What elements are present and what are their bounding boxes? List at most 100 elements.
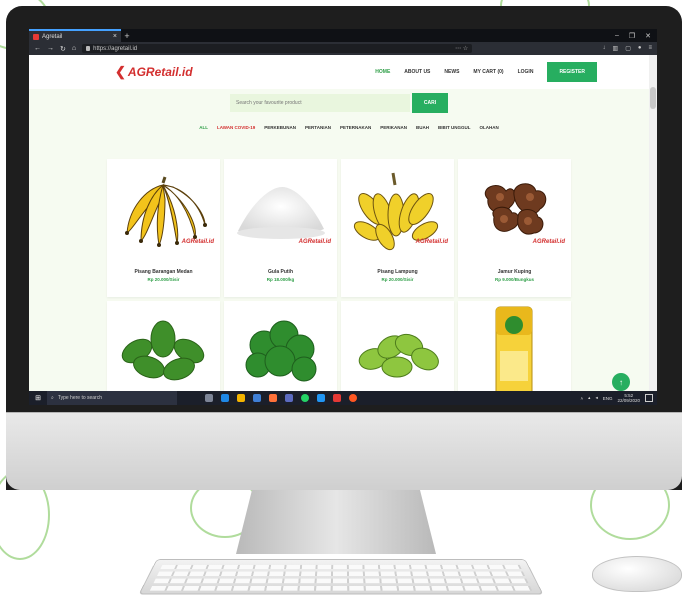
product-price: Rp 9.000/Bungkus <box>494 277 534 282</box>
scroll-to-top-button[interactable]: ↑ <box>612 373 630 391</box>
product-card[interactable]: AGRetail.id Jamur Kuping Rp 9.000/Bungku… <box>458 159 571 297</box>
menu-login[interactable]: LOGIN <box>518 69 534 75</box>
search-button[interactable]: CARI <box>412 93 448 113</box>
site-logo[interactable]: ❮ AGRetail.id <box>115 64 193 80</box>
category-perikanan[interactable]: PERIKANAN <box>380 125 407 130</box>
category-filter: ALL LAWAN COVID-19 PERKEBUNAN PERTANIAN … <box>29 125 649 130</box>
category-buah[interactable]: BUAH <box>416 125 429 130</box>
product-name: Gula Putih <box>268 269 293 275</box>
screen: Agretail × + – ❐ ✕ ← → ↻ ⌂ https://agret… <box>29 29 657 405</box>
lock-icon <box>86 46 91 51</box>
menu-news[interactable]: NEWS <box>444 69 459 75</box>
notification-icon[interactable] <box>645 394 653 402</box>
category-pertanian[interactable]: PERTANIAN <box>305 125 331 130</box>
search-row: CARI <box>29 93 649 113</box>
media-icon[interactable] <box>317 394 325 402</box>
new-tab-button[interactable]: + <box>121 31 133 41</box>
tray-arrow-icon[interactable]: ˄ <box>581 396 584 401</box>
minimize-icon[interactable]: – <box>615 32 619 40</box>
url-text: https://agretail.id <box>93 45 138 52</box>
sidebar-icon[interactable]: ▢ <box>625 45 631 52</box>
mouse <box>592 556 682 592</box>
product-card[interactable] <box>458 301 571 391</box>
task-view-icon[interactable] <box>205 394 213 402</box>
home-icon[interactable]: ⌂ <box>72 45 76 52</box>
keyboard <box>138 559 544 595</box>
product-image: AGRetail.id <box>458 159 571 259</box>
product-name: Pisang Barangan Medan <box>134 269 193 275</box>
product-image <box>458 301 571 391</box>
maximize-icon[interactable]: ❐ <box>629 32 635 40</box>
store-icon[interactable] <box>253 394 261 402</box>
windows-start-icon[interactable]: ⊞ <box>29 394 47 402</box>
product-name: Jamur Kuping <box>497 269 532 275</box>
menu-my-cart[interactable]: MY CART (0) <box>473 69 503 75</box>
product-image: AGRetail.id <box>341 159 454 259</box>
logo-text: AGRetail.id <box>127 65 193 79</box>
menu-icon[interactable]: ≡ <box>648 45 652 52</box>
taskbar: ⊞ ⌕ Type here to search ˄ ▴ ◂ ENG 5:52 2… <box>29 391 657 405</box>
library-icon[interactable]: ▥ <box>613 45 619 52</box>
download-icon[interactable]: ↓ <box>603 45 606 52</box>
product-card[interactable] <box>107 301 220 391</box>
clock[interactable]: 5:52 22/09/2020 <box>617 393 640 403</box>
product-card[interactable]: AGRetail.id Gula Putih Rp 18.000/kg <box>224 159 337 297</box>
system-tray: ˄ ▴ ◂ ENG 5:52 22/09/2020 <box>581 393 657 403</box>
product-image <box>224 301 337 391</box>
watermark-logo: AGRetail.id <box>298 239 331 245</box>
category-bibit-unggul[interactable]: BIBIT UNGGUL <box>438 125 471 130</box>
search-icon: ⌕ <box>51 395 54 401</box>
whatsapp-icon[interactable] <box>301 394 309 402</box>
page-actions-icon[interactable]: ⋯ ☆ <box>455 45 468 52</box>
green-vegetable-icon <box>245 320 317 382</box>
register-button[interactable]: REGISTER <box>547 62 597 82</box>
taskbar-search[interactable]: ⌕ Type here to search <box>47 391 177 405</box>
clock-date: 22/09/2020 <box>617 398 640 403</box>
volume-icon[interactable]: ◂ <box>595 395 597 401</box>
back-icon[interactable]: ← <box>34 45 41 52</box>
spinach-icon <box>121 320 205 381</box>
category-lawan-covid[interactable]: LAWAN COVID-19 <box>217 125 255 130</box>
close-tab-icon[interactable]: × <box>113 33 117 40</box>
web-page: ❮ AGRetail.id HOME ABOUT US NEWS MY CART… <box>29 55 649 391</box>
file-explorer-icon[interactable] <box>237 394 245 402</box>
chrome-icon[interactable] <box>349 394 357 402</box>
category-all[interactable]: ALL <box>199 125 208 130</box>
account-icon[interactable]: ● <box>638 45 642 52</box>
menu-home[interactable]: HOME <box>375 69 390 75</box>
close-window-icon[interactable]: ✕ <box>645 32 651 40</box>
product-card[interactable] <box>224 301 337 391</box>
monitor-chin <box>6 412 682 490</box>
watermark-logo: AGRetail.id <box>415 239 448 245</box>
product-card[interactable] <box>341 301 454 391</box>
firefox-icon[interactable] <box>269 394 277 402</box>
product-card[interactable]: AGRetail.id Pisang Lampung Rp 20.000/Sis… <box>341 159 454 297</box>
tab-title: Agretail <box>42 33 63 40</box>
category-peternakan[interactable]: PETERNAKAN <box>340 125 371 130</box>
product-image <box>341 301 454 391</box>
browser-toolbar: ↓ ▥ ▢ ● ≡ <box>603 45 652 52</box>
browser-navbar: ← → ↻ ⌂ https://agretail.id ⋯ ☆ ↓ ▥ ▢ ● … <box>29 42 657 55</box>
browser-tabbar: Agretail × + – ❐ ✕ <box>29 29 657 42</box>
language-indicator[interactable]: ENG <box>603 396 613 401</box>
network-icon[interactable]: ▴ <box>588 395 590 401</box>
product-card[interactable]: AGRetail.id Pisang Barangan Medan Rp 20.… <box>107 159 220 297</box>
forward-icon[interactable]: → <box>47 45 54 52</box>
chayote-icon <box>358 333 439 378</box>
app-red-icon[interactable] <box>333 394 341 402</box>
category-olahan[interactable]: OLAHAN <box>479 125 498 130</box>
menu-about-us[interactable]: ABOUT US <box>404 69 430 75</box>
browser-tab[interactable]: Agretail × <box>29 29 121 42</box>
product-price: Rp 18.000/kg <box>266 277 295 282</box>
main-menu: HOME ABOUT US NEWS MY CART (0) LOGIN REG… <box>375 62 597 82</box>
scrollbar-thumb[interactable] <box>650 87 656 109</box>
favicon-icon <box>33 33 39 40</box>
edge-icon[interactable] <box>221 394 229 402</box>
address-bar[interactable]: https://agretail.id ⋯ ☆ <box>82 44 473 53</box>
app-icon[interactable] <box>285 394 293 402</box>
search-input[interactable] <box>230 94 410 112</box>
watermark-logo: AGRetail.id <box>181 239 214 245</box>
cooking-oil-icon <box>495 306 533 391</box>
category-perkebunan[interactable]: PERKEBUNAN <box>264 125 296 130</box>
reload-icon[interactable]: ↻ <box>60 45 66 53</box>
